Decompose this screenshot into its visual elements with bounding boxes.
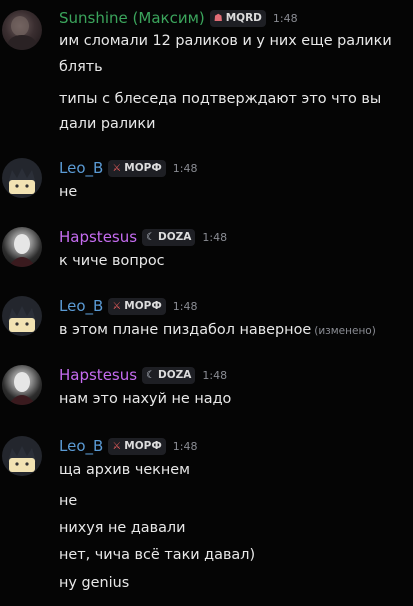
message-text: блять <box>59 59 103 75</box>
message-text: типы с блеседа подтверждают это что вы <box>59 91 382 107</box>
message-text: в этом плане пиздабол наверное (изменено) <box>59 322 376 338</box>
moon-icon: ☾ <box>146 369 156 381</box>
message-text: им сломали 12 раликов и у них еще ралики <box>59 33 392 49</box>
swords-icon: ⚔ <box>112 440 122 452</box>
author-name[interactable]: Leo_B <box>59 159 103 177</box>
role-tag-label: DOZA <box>158 369 192 381</box>
moon-icon: ☾ <box>146 231 156 243</box>
author-name[interactable]: Sunshine (Максим) <box>59 9 205 27</box>
message-text: ща архив чекнем <box>59 462 190 478</box>
role-tag[interactable]: ☗ MQRD <box>209 9 266 27</box>
role-tag-label: МОРФ <box>124 300 162 312</box>
timestamp: 1:48 <box>172 439 198 453</box>
avatar[interactable] <box>2 296 42 336</box>
message-text: не <box>59 184 78 200</box>
avatar[interactable] <box>2 158 42 198</box>
author-name[interactable]: Leo_B <box>59 297 103 315</box>
timestamp: 1:48 <box>172 299 198 313</box>
author-name[interactable]: Hapstesus <box>59 228 137 246</box>
message-text: не <box>59 493 78 509</box>
role-tag-label: МОРФ <box>124 440 162 452</box>
swords-icon: ⚔ <box>112 162 122 174</box>
message-text: нихуя не давали <box>59 520 186 536</box>
heart-shield-icon: ☗ <box>213 12 223 24</box>
role-tag-label: МОРФ <box>124 162 162 174</box>
message-text: нам это нахуй не надо <box>59 391 232 407</box>
role-tag[interactable]: ⚔ МОРФ <box>108 159 166 177</box>
role-tag[interactable]: ⚔ МОРФ <box>108 437 166 455</box>
timestamp: 1:48 <box>172 161 198 175</box>
author-name[interactable]: Leo_B <box>59 437 103 455</box>
timestamp: 1:48 <box>202 368 228 382</box>
swords-icon: ⚔ <box>112 300 122 312</box>
message-text-content: в этом плане пиздабол наверное <box>59 322 312 338</box>
avatar[interactable] <box>2 227 42 267</box>
role-tag[interactable]: ☾ DOZA <box>142 366 196 384</box>
message-text: к чиче вопрос <box>59 253 165 269</box>
role-tag-label: DOZA <box>158 231 192 243</box>
edited-label: (изменено) <box>314 325 376 337</box>
message-text: дали ралики <box>59 116 156 132</box>
timestamp: 1:48 <box>202 230 228 244</box>
role-tag[interactable]: ⚔ МОРФ <box>108 297 166 315</box>
message-text: ну genius <box>59 575 130 591</box>
avatar[interactable] <box>2 365 42 405</box>
avatar[interactable] <box>2 436 42 476</box>
timestamp: 1:48 <box>272 11 298 25</box>
avatar[interactable] <box>2 10 42 50</box>
role-tag-label: MQRD <box>225 12 262 24</box>
role-tag[interactable]: ☾ DOZA <box>142 228 196 246</box>
author-name[interactable]: Hapstesus <box>59 366 137 384</box>
message-text: нет, чича всё таки давал) <box>59 547 256 563</box>
